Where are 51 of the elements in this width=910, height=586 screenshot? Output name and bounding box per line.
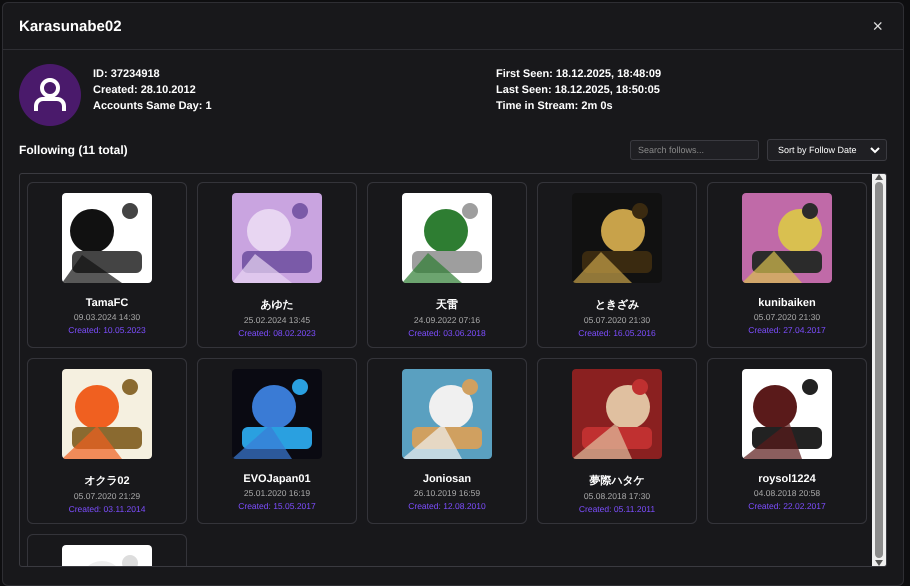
follow-date: 05.07.2020 21:30: [754, 312, 820, 322]
channel-name: 夢際ハタケ: [590, 474, 644, 488]
profile-detail: Last Seen: 18.12.2025, 18:50:05: [496, 84, 661, 97]
channel-name: ときざみ: [595, 298, 639, 312]
created-date: Created: 15.05.2017: [238, 501, 316, 511]
follow-card[interactable]: 夢際ハタケ 05.08.2018 17:30 Created: 05.11.2011: [537, 358, 697, 524]
sort-dropdown[interactable]: Sort by Follow Date: [767, 139, 887, 161]
dialog-title: Karasunabe02: [19, 18, 122, 34]
channel-name: 天雷: [436, 298, 458, 312]
follow-card[interactable]: 天雷 24.09.2022 07:16 Created: 03.06.2018: [367, 182, 527, 348]
section-heading: Following (11 total): [19, 143, 129, 157]
follow-card[interactable]: オクラ02 05.07.2020 21:29 Created: 03.11.2014: [27, 358, 187, 524]
channel-name: あゆた: [260, 298, 294, 312]
follow-date: 26.10.2019 16:59: [414, 488, 480, 498]
follow-date: 05.07.2020 21:30: [584, 315, 650, 325]
created-date: Created: 27.04.2017: [748, 325, 826, 335]
follow-card[interactable]: EVOJapan01 25.01.2020 16:19 Created: 15.05.2017: [197, 358, 357, 524]
channel-name: TamaFC: [86, 297, 128, 309]
follow-date: 05.08.2018 17:30: [584, 491, 650, 501]
follow-card[interactable]: Joniosan 26.10.2019 16:59 Created: 12.08.2010: [367, 358, 527, 524]
profile-detail: First Seen: 18.12.2025, 18:48:09: [496, 68, 662, 81]
profile-detail: ID: 37234918: [93, 68, 161, 81]
follow-card[interactable]: kunibaiken 05.07.2020 21:30 Created: 27.04.2017: [707, 182, 867, 348]
follow-card[interactable]: ときざみ 05.07.2020 21:30 Created: 16.05.2016: [537, 182, 697, 348]
follow-card[interactable]: TamaFC 09.03.2024 14:30 Created: 10.05.2023: [27, 182, 187, 348]
created-date: Created: 22.02.2017: [748, 501, 826, 511]
created-date: Created: 10.05.2023: [68, 325, 146, 335]
profile-detail: Created: 28.10.2012: [93, 84, 197, 97]
follow-date: 09.03.2024 14:30: [74, 312, 140, 322]
created-date: Created: 03.11.2014: [68, 504, 146, 514]
created-date: Created: 05.11.2011: [578, 504, 656, 514]
profile-detail: Time in Stream: 2m 0s: [496, 100, 614, 113]
follow-card[interactable]: roysol1224 04.08.2018 20:58 Created: 22.02.2017: [707, 358, 867, 524]
channel-name: Joniosan: [422, 473, 472, 485]
profile-detail: Accounts Same Day: 1: [93, 100, 213, 113]
channel-name: EVOJapan01: [243, 473, 311, 485]
close-button[interactable]: ×: [868, 16, 887, 36]
follow-date: 05.07.2020 21:29: [74, 491, 140, 501]
created-date: Created: 08.02.2023: [238, 328, 316, 338]
created-date: Created: 16.05.2016: [578, 328, 656, 338]
follow-date: 04.08.2018 20:58: [754, 488, 820, 498]
search-field[interactable]: Search follows...: [630, 140, 759, 160]
follow-date: 25.01.2020 16:19: [244, 488, 310, 498]
created-date: Created: 12.08.2010: [408, 501, 486, 511]
channel-name: roysol1224: [758, 473, 816, 485]
follow-card[interactable]: あゆた 25.02.2024 13:45 Created: 08.02.2023: [197, 182, 357, 348]
follow-date: 24.09.2022 07:16: [414, 315, 480, 325]
channel-name: kunibaiken: [758, 297, 816, 309]
channel-name: オクラ02: [84, 474, 130, 488]
follow-date: 25.02.2024 13:45: [244, 315, 310, 325]
created-date: Created: 03.06.2018: [408, 328, 486, 338]
